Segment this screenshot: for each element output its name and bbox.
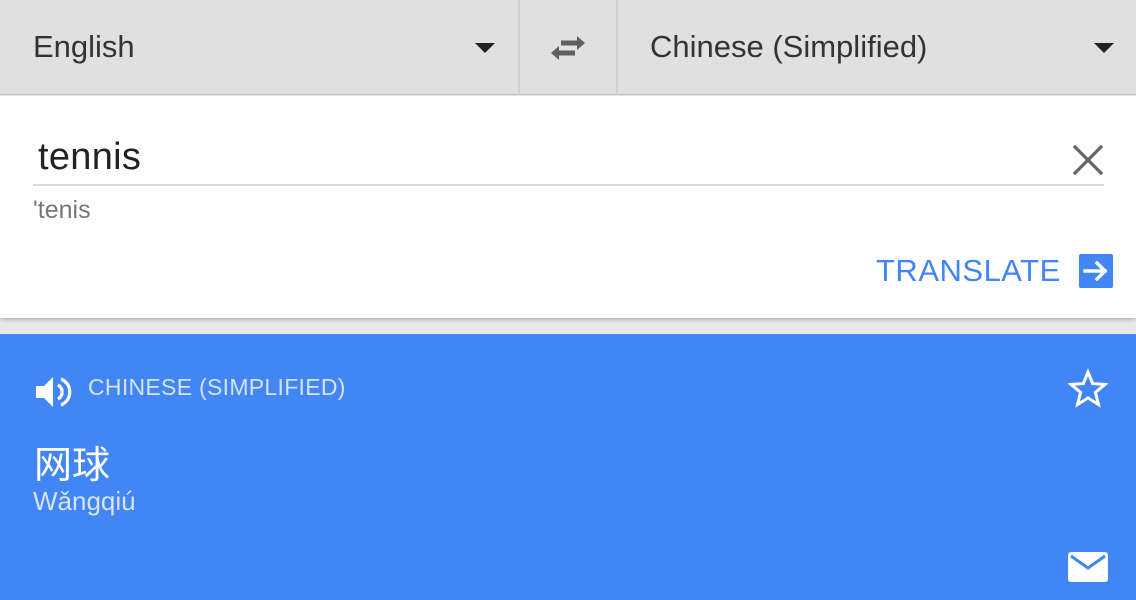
translation-text: 网球 <box>34 443 111 487</box>
input-underline <box>33 184 1104 186</box>
arrow-right-box-icon <box>1078 254 1113 288</box>
caret-down-icon <box>475 43 495 53</box>
save-phrase-button[interactable] <box>1067 367 1109 409</box>
phonetic-transcription: 'tenis <box>33 196 91 224</box>
transliteration-text: Wǎngqiú <box>33 486 136 516</box>
translate-button-label: TRANSLATE <box>876 253 1061 288</box>
result-language-label: CHINESE (SIMPLIFIED) <box>88 374 346 400</box>
source-language-selector[interactable]: English <box>0 0 518 95</box>
source-text-input[interactable]: tennis <box>38 136 141 179</box>
source-language-label: English <box>33 29 135 64</box>
language-bar: English Chinese (Simplified) <box>0 0 1136 95</box>
result-card: CHINESE (SIMPLIFIED) 网球 Wǎngqiú <box>0 334 1136 600</box>
input-card: tennis 'tenis TRANSLATE <box>0 96 1136 318</box>
swap-horizontal-icon <box>551 35 585 60</box>
translate-button[interactable]: TRANSLATE <box>876 251 1114 291</box>
close-icon <box>1072 144 1104 176</box>
mail-icon <box>1068 552 1108 582</box>
share-button[interactable] <box>1068 550 1108 584</box>
swap-languages-button[interactable] <box>520 0 616 95</box>
star-outline-icon <box>1067 367 1109 408</box>
speaker-icon <box>36 377 72 407</box>
clear-input-button[interactable] <box>1070 142 1106 178</box>
caret-down-icon <box>1094 43 1114 53</box>
listen-button[interactable] <box>34 372 74 412</box>
target-language-label: Chinese (Simplified) <box>650 29 928 64</box>
target-language-selector[interactable]: Chinese (Simplified) <box>618 0 1136 95</box>
